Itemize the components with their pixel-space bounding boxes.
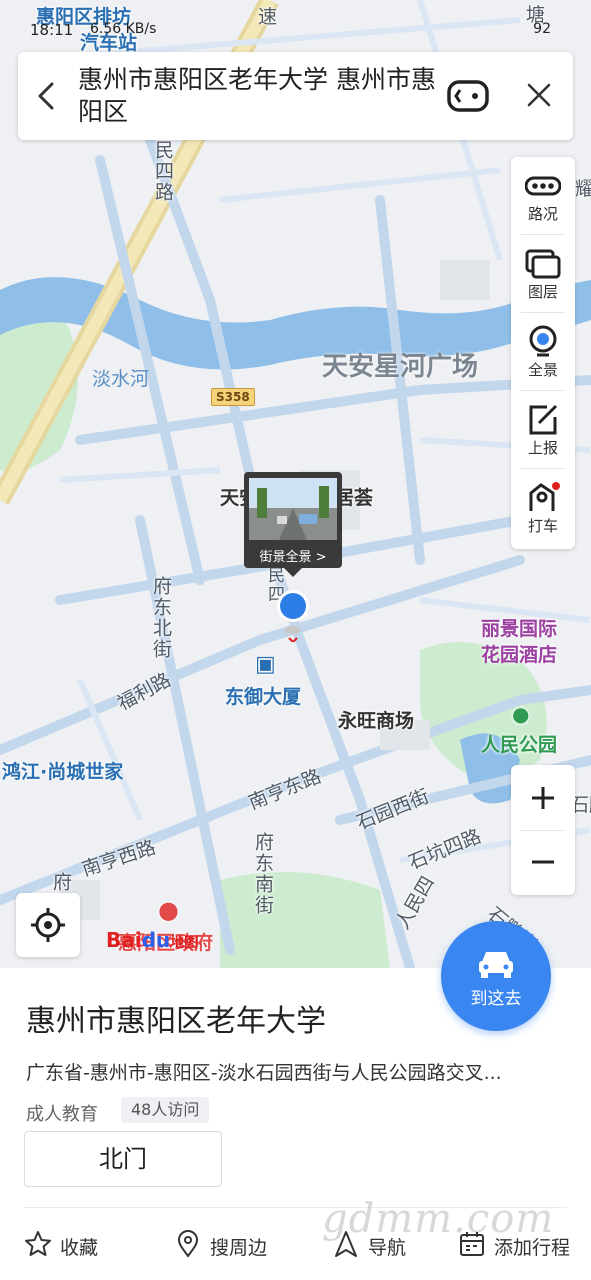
baidu-logo-paw: du [141, 928, 171, 952]
report-icon [529, 404, 558, 435]
tool-taxi[interactable]: 打车 [511, 469, 575, 547]
zoom-in-icon[interactable] [511, 765, 575, 830]
status-time: 18:11 [30, 21, 74, 39]
map-label-renmin-park: 人民公园 [481, 734, 558, 756]
government-marker-icon: ● [158, 896, 179, 924]
go-here-button[interactable]: 到这去 [441, 921, 551, 1031]
place-category: 成人教育 [26, 1104, 98, 1125]
place-name: 惠州市惠阳区老年大学 [26, 1004, 326, 1039]
close-icon[interactable] [526, 82, 552, 108]
tool-label: 路况 [527, 205, 558, 223]
map-label-hongjiang: 鸿江·尚城世家 [2, 761, 124, 783]
search-bar[interactable]: 惠州市惠阳区老年大学 惠州市惠阳区 [18, 52, 573, 140]
place-address[interactable]: 广东省-惠州市-惠阳区-淡水石园西街与人民公园路交叉... [26, 1058, 556, 1085]
star-icon [25, 1231, 51, 1256]
go-here-label: 到这去 [470, 989, 522, 1009]
back-icon[interactable] [34, 80, 60, 112]
map-label-fu: 府 [50, 872, 72, 893]
map-label-fudong-south: 府东南街 [252, 832, 274, 916]
layers-icon [525, 249, 561, 279]
taxi-icon [529, 482, 560, 511]
park-icon: ● [512, 702, 530, 726]
navigation-icon [335, 1231, 357, 1257]
street-view-thumbnail [249, 478, 337, 540]
street-view-label: 街景全景 > [259, 550, 327, 565]
map-label-fudong-north: 府东北街 [150, 576, 172, 660]
car-icon [479, 952, 513, 978]
tool-traffic[interactable]: 路况 [511, 157, 575, 235]
action-label: 导航 [368, 1237, 407, 1259]
tool-panorama[interactable]: 全景 [511, 313, 575, 391]
status-battery: 92 [533, 21, 551, 37]
tool-layers[interactable]: 图层 [511, 235, 575, 313]
baidu-logo: Baidu地图 [106, 928, 198, 952]
map-label-tianan-plaza: 天安星河广场 [322, 352, 479, 382]
route-icon[interactable] [446, 76, 490, 116]
tool-label: 打车 [527, 517, 558, 535]
locate-button[interactable] [16, 893, 80, 957]
panorama-icon [529, 325, 557, 357]
calendar-icon [460, 1232, 484, 1256]
route-shield: S358 [211, 388, 255, 406]
map-label-lijing2: 花园酒店 [481, 644, 558, 666]
zoom-control [511, 765, 575, 895]
action-label: 收藏 [60, 1237, 99, 1259]
map-label-minsi-road: 民四路 [152, 140, 174, 203]
tool-label: 上报 [527, 439, 558, 457]
tool-label: 全景 [527, 361, 558, 379]
poi-icon-building: ▣ [255, 652, 276, 677]
zoom-out-icon[interactable] [511, 830, 575, 895]
map-label-lijing: 丽景国际 [481, 618, 558, 640]
traffic-icon [525, 176, 561, 196]
street-view-tail [284, 568, 302, 577]
map-label-yongwang: 永旺商场 [338, 710, 415, 732]
status-network-speed: 6.56 KB/s [90, 21, 157, 37]
tool-report[interactable]: 上报 [511, 391, 575, 469]
action-label: 添加行程 [494, 1237, 571, 1259]
location-pin-icon [177, 1230, 199, 1258]
entrance-button[interactable]: 北门 [24, 1131, 222, 1187]
map-label-danshui-river: 淡水河 [92, 368, 150, 390]
map-label-yao: 耀 [575, 178, 591, 200]
status-bar: 18:11 6.56 KB/s 92 [0, 18, 591, 44]
baidu-logo-text: Bai [106, 928, 142, 952]
action-label: 搜周边 [210, 1237, 268, 1259]
map-label-dongyu: 东御大厦 [225, 686, 302, 708]
baidu-logo-tail: 地图 [170, 935, 199, 951]
visits-badge: 48人访问 [121, 1097, 210, 1123]
tool-label: 图层 [527, 283, 558, 301]
location-pin-icon [277, 590, 309, 642]
search-query[interactable]: 惠州市惠阳区老年大学 惠州市惠阳区 [78, 64, 438, 128]
crosshair-icon [31, 908, 65, 942]
map-view[interactable]: 惠阳区排坊 汽车站 速 塘 耀 民四路 天安星河广场 淡水河 S358 天安 居… [0, 0, 591, 968]
map-tool-panel: 路况 图层 全景 上报 打车 [511, 157, 575, 549]
street-view-popup[interactable]: 街景全景 > [244, 472, 342, 577]
